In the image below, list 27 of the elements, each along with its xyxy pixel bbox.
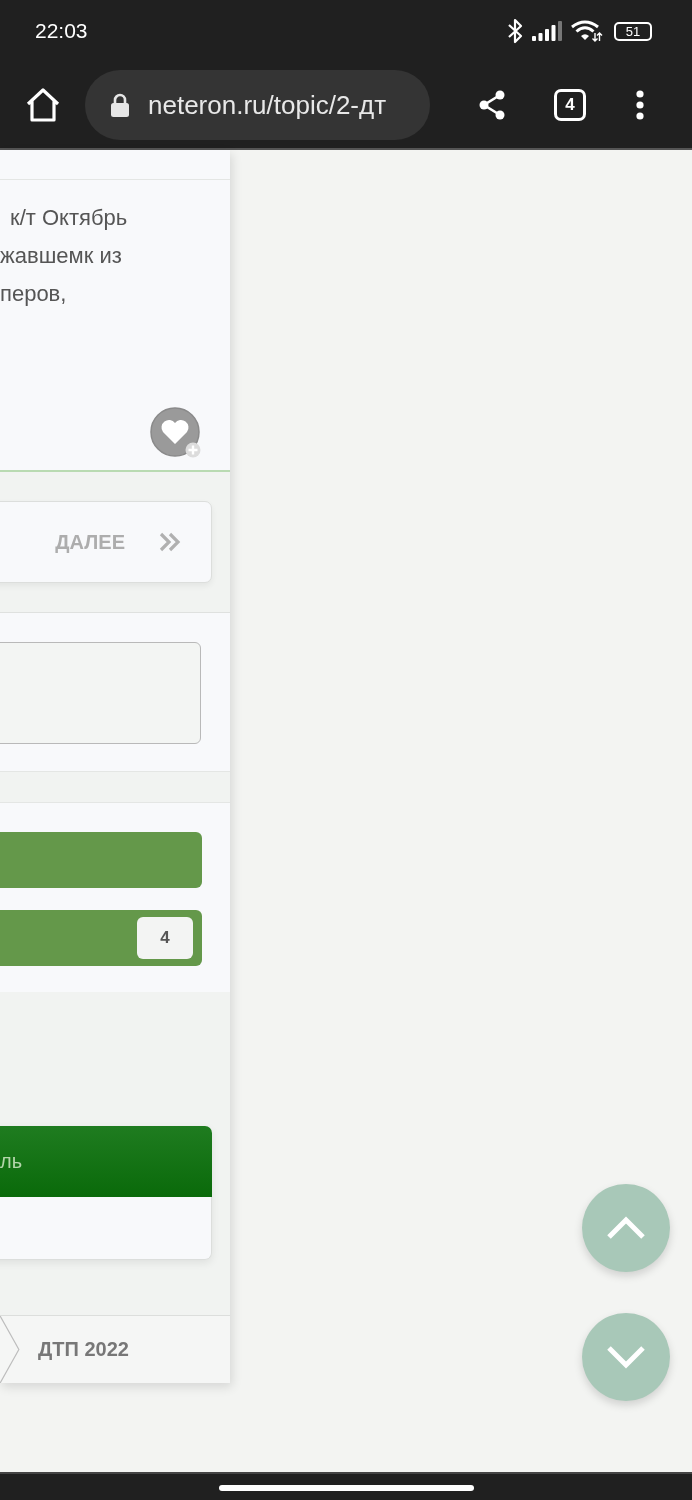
chevron-down-icon [606, 1345, 646, 1369]
breadcrumb-separator-icon [0, 1316, 21, 1383]
count-badge: 4 [137, 917, 193, 959]
battery-percent: 51 [625, 23, 641, 39]
share-icon [478, 90, 506, 120]
signal-icon [532, 21, 562, 41]
panel-header: ль [0, 1126, 212, 1197]
url-text: neteron.ru/topic/2-дт [148, 89, 387, 121]
action-button[interactable]: 4 [0, 910, 202, 966]
post-text-line: к/т Октябрь [9, 204, 129, 232]
tab-switcher-button[interactable]: 4 [554, 89, 586, 121]
status-time: 22:03 [35, 19, 88, 43]
double-chevron-icon [159, 532, 181, 552]
bluetooth-icon [507, 18, 523, 44]
menu-icon [636, 90, 644, 120]
home-icon [25, 88, 61, 122]
scroll-down-button[interactable] [582, 1313, 670, 1401]
post-text-line: жавшемк из [0, 242, 123, 270]
wifi-icon [571, 20, 603, 42]
scroll-up-button[interactable] [582, 1184, 670, 1272]
chevron-up-icon [606, 1216, 646, 1240]
lock-icon [110, 93, 130, 117]
heart-add-icon[interactable] [150, 407, 202, 459]
reply-field[interactable] [0, 642, 201, 744]
breadcrumb-link[interactable]: ДТП 2022 [38, 1338, 129, 1361]
address-bar[interactable]: neteron.ru/topic/2-дт [85, 70, 430, 140]
post-text-line: перов, [0, 280, 68, 308]
